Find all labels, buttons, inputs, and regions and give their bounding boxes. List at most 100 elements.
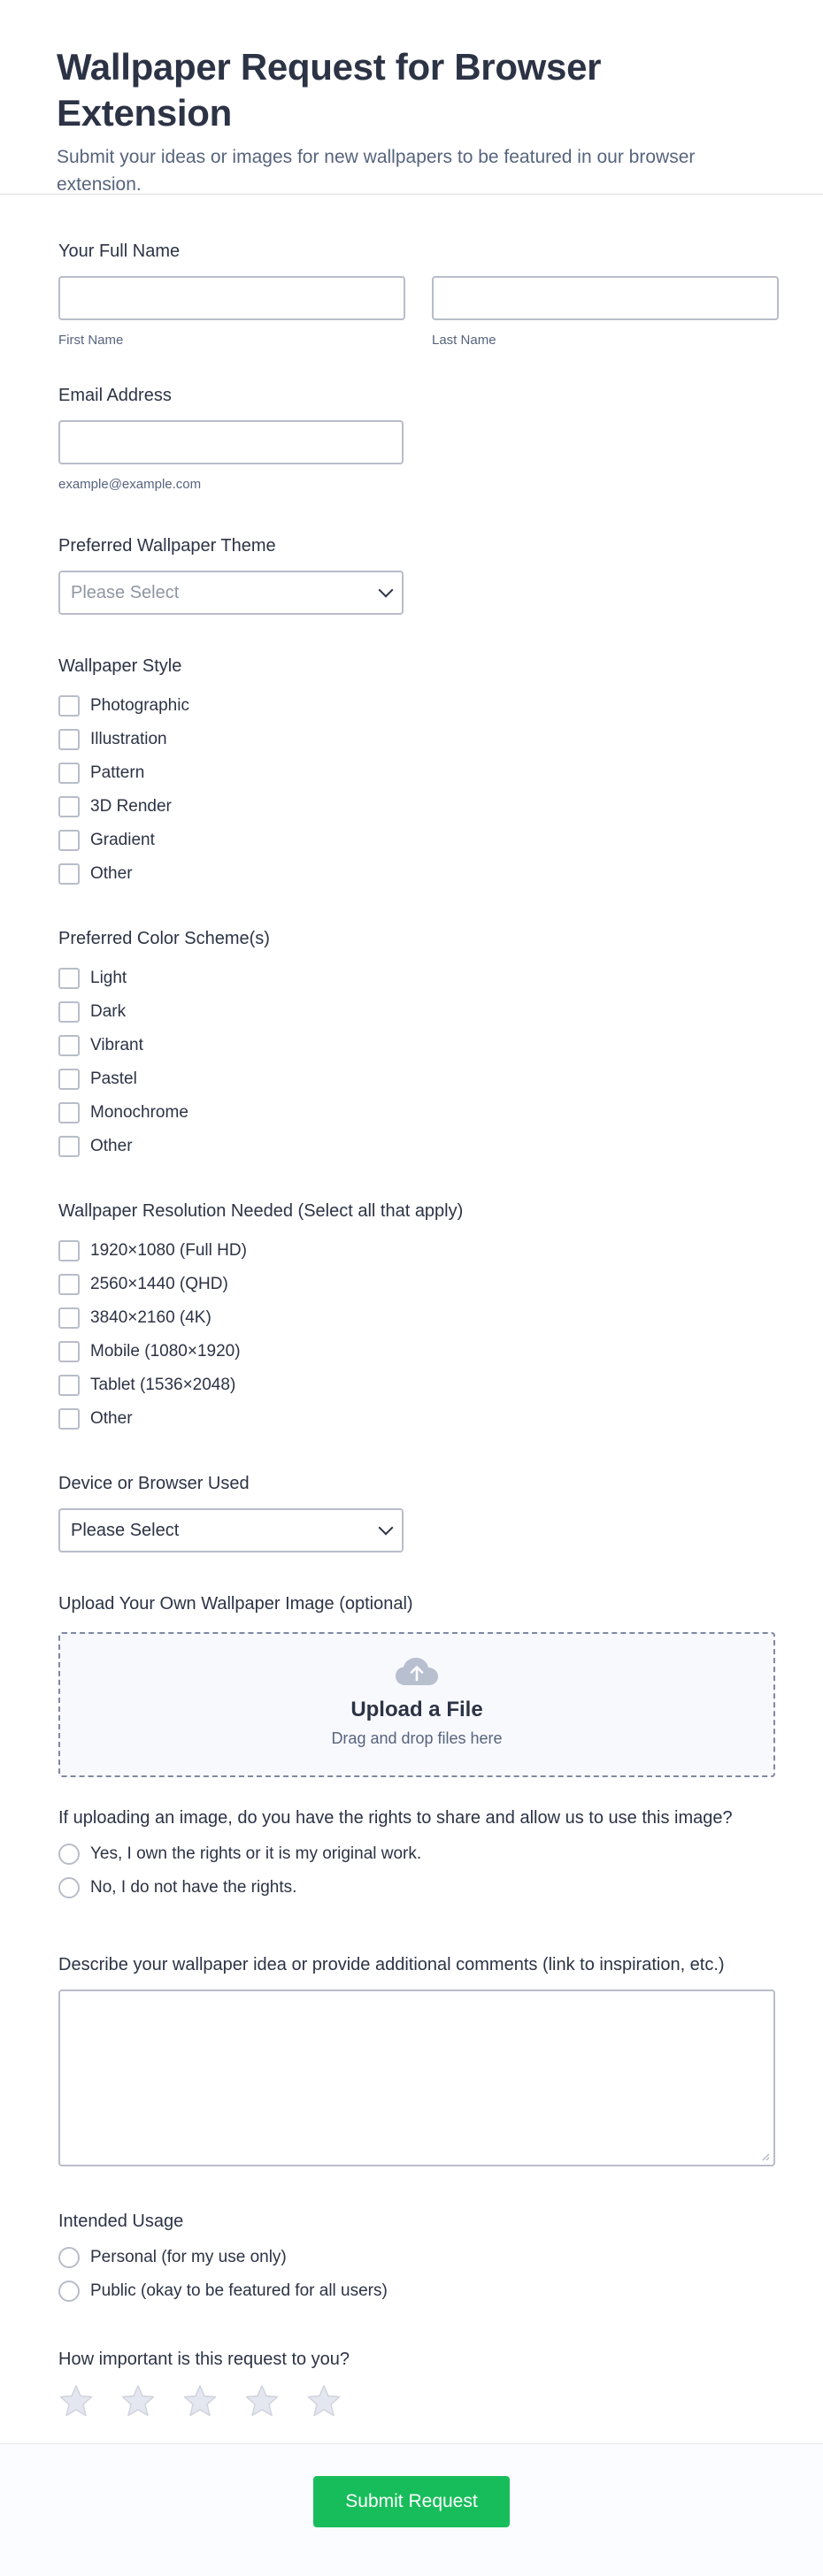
submit-button[interactable]: Submit Request (313, 2476, 510, 2527)
style-option[interactable]: Photographic (58, 689, 766, 723)
option-label: 3840×2160 (4K) (90, 1308, 212, 1327)
rights-option[interactable]: Yes, I own the rights or it is my origin… (58, 1837, 766, 1871)
email-sublabel: example@example.com (58, 477, 202, 492)
chevron-down-icon (378, 1520, 394, 1536)
radio-button[interactable] (58, 1877, 80, 1898)
usage-options: Personal (for my use only) Public (okay … (58, 2241, 766, 2308)
style-option[interactable]: 3D Render (58, 790, 766, 824)
checkbox[interactable] (58, 796, 80, 817)
rights-option[interactable]: No, I do not have the rights. (58, 1871, 766, 1905)
checkbox[interactable] (58, 1069, 80, 1090)
option-label: Illustration (90, 730, 167, 748)
description-label: Describe your wallpaper idea or provide … (58, 1955, 725, 1974)
checkbox[interactable] (58, 1001, 80, 1023)
resolution-option[interactable]: Mobile (1080×1920) (58, 1335, 766, 1368)
style-option[interactable]: Gradient (58, 824, 766, 857)
checkbox[interactable] (58, 1375, 80, 1396)
resolution-option[interactable]: 1920×1080 (Full HD) (58, 1234, 766, 1268)
resolution-option[interactable]: 3840×2160 (4K) (58, 1301, 766, 1335)
checkbox[interactable] (58, 1307, 80, 1329)
color-scheme-field: Preferred Color Scheme(s) Light Dark Vib… (58, 926, 766, 1199)
option-label: Mobile (1080×1920) (90, 1342, 241, 1361)
chevron-down-icon (378, 582, 394, 598)
resolution-option[interactable]: Tablet (1536×2048) (58, 1368, 766, 1402)
star-icon[interactable] (58, 2384, 94, 2418)
rights-label: If uploading an image, do you have the r… (58, 1808, 733, 1828)
checkbox[interactable] (58, 1136, 80, 1157)
theme-select[interactable]: Please Select (58, 571, 404, 615)
style-option[interactable]: Other (58, 857, 766, 891)
description-field: Describe your wallpaper idea or provide … (58, 1952, 775, 2209)
checkbox[interactable] (58, 1035, 80, 1056)
usage-option[interactable]: Personal (for my use only) (58, 2241, 766, 2274)
resolution-option[interactable]: Other (58, 1402, 766, 1436)
color-option[interactable]: Vibrant (58, 1029, 766, 1062)
usage-option[interactable]: Public (okay to be featured for all user… (58, 2274, 766, 2308)
checkbox[interactable] (58, 763, 80, 784)
form-subtitle: Submit your ideas or images for new wall… (57, 147, 696, 195)
full-name-label: Your Full Name (58, 242, 181, 261)
option-label: Personal (for my use only) (90, 2248, 287, 2266)
radio-button[interactable] (58, 2281, 80, 2302)
option-label: Other (90, 1409, 133, 1428)
resolution-option[interactable]: 2560×1440 (QHD) (58, 1268, 766, 1301)
form-content: Your Full Name First Name Last Name Emai… (0, 195, 823, 2418)
last-name-input[interactable] (432, 276, 779, 320)
option-label: Other (90, 1137, 133, 1155)
option-label: Vibrant (90, 1036, 143, 1054)
style-option[interactable]: Illustration (58, 723, 766, 756)
checkbox[interactable] (58, 1240, 80, 1261)
option-label: 2560×1440 (QHD) (90, 1275, 228, 1293)
star-icon[interactable] (120, 2384, 156, 2418)
upload-subtitle: Drag and drop files here (331, 1729, 503, 1747)
option-label: Dark (90, 1002, 127, 1021)
theme-field: Preferred Wallpaper Theme Please Select (58, 533, 766, 654)
star-icon[interactable] (306, 2384, 342, 2418)
color-option[interactable]: Pastel (58, 1062, 766, 1096)
checkbox[interactable] (58, 1341, 80, 1362)
checkbox[interactable] (58, 968, 80, 989)
theme-label: Preferred Wallpaper Theme (58, 536, 276, 556)
theme-select-value: Please Select (71, 582, 180, 602)
upload-label: Upload Your Own Wallpaper Image (optiona… (58, 1594, 413, 1614)
star-icon[interactable] (182, 2384, 218, 2418)
star-icon[interactable] (244, 2384, 280, 2418)
first-name-input[interactable] (58, 276, 405, 320)
checkbox[interactable] (58, 695, 80, 717)
full-name-row: First Name Last Name (58, 264, 779, 349)
checkbox[interactable] (58, 1274, 80, 1295)
radio-button[interactable] (58, 2247, 80, 2268)
usage-label: Intended Usage (58, 2212, 184, 2231)
resolution-label: Wallpaper Resolution Needed (Select all … (58, 1201, 464, 1221)
file-upload-dropzone[interactable]: Upload a File Drag and drop files here (58, 1632, 775, 1777)
device-select-value: Please Select (71, 1520, 180, 1540)
option-label: Photographic (90, 696, 189, 715)
rights-field: If uploading an image, do you have the r… (58, 1806, 766, 1952)
star-rating (58, 2384, 766, 2418)
cloud-upload-icon (396, 1658, 438, 1685)
color-option[interactable]: Other (58, 1130, 766, 1163)
device-select[interactable]: Please Select (58, 1508, 404, 1552)
description-textarea[interactable] (58, 1990, 775, 2166)
style-option[interactable]: Pattern (58, 756, 766, 790)
upload-field: Upload Your Own Wallpaper Image (optiona… (58, 1591, 775, 1806)
form-header: Wallpaper Request for Browser Extension … (0, 0, 823, 195)
style-field: Wallpaper Style Photographic Illustratio… (58, 654, 766, 926)
email-input[interactable] (58, 420, 404, 464)
radio-button[interactable] (58, 1844, 80, 1865)
form-title: Wallpaper Request for Browser Extension (57, 46, 602, 134)
device-field: Device or Browser Used Please Select (58, 1471, 766, 1591)
checkbox[interactable] (58, 863, 80, 885)
option-label: Pattern (90, 763, 145, 782)
checkbox[interactable] (58, 830, 80, 851)
option-label: Light (90, 969, 127, 987)
device-label: Device or Browser Used (58, 1474, 250, 1493)
color-option[interactable]: Monochrome (58, 1096, 766, 1130)
resize-handle-icon[interactable] (761, 2152, 770, 2161)
checkbox[interactable] (58, 1102, 80, 1123)
color-option[interactable]: Dark (58, 995, 766, 1029)
checkbox[interactable] (58, 729, 80, 750)
email-label: Email Address (58, 386, 172, 405)
color-option[interactable]: Light (58, 962, 766, 995)
checkbox[interactable] (58, 1408, 80, 1430)
